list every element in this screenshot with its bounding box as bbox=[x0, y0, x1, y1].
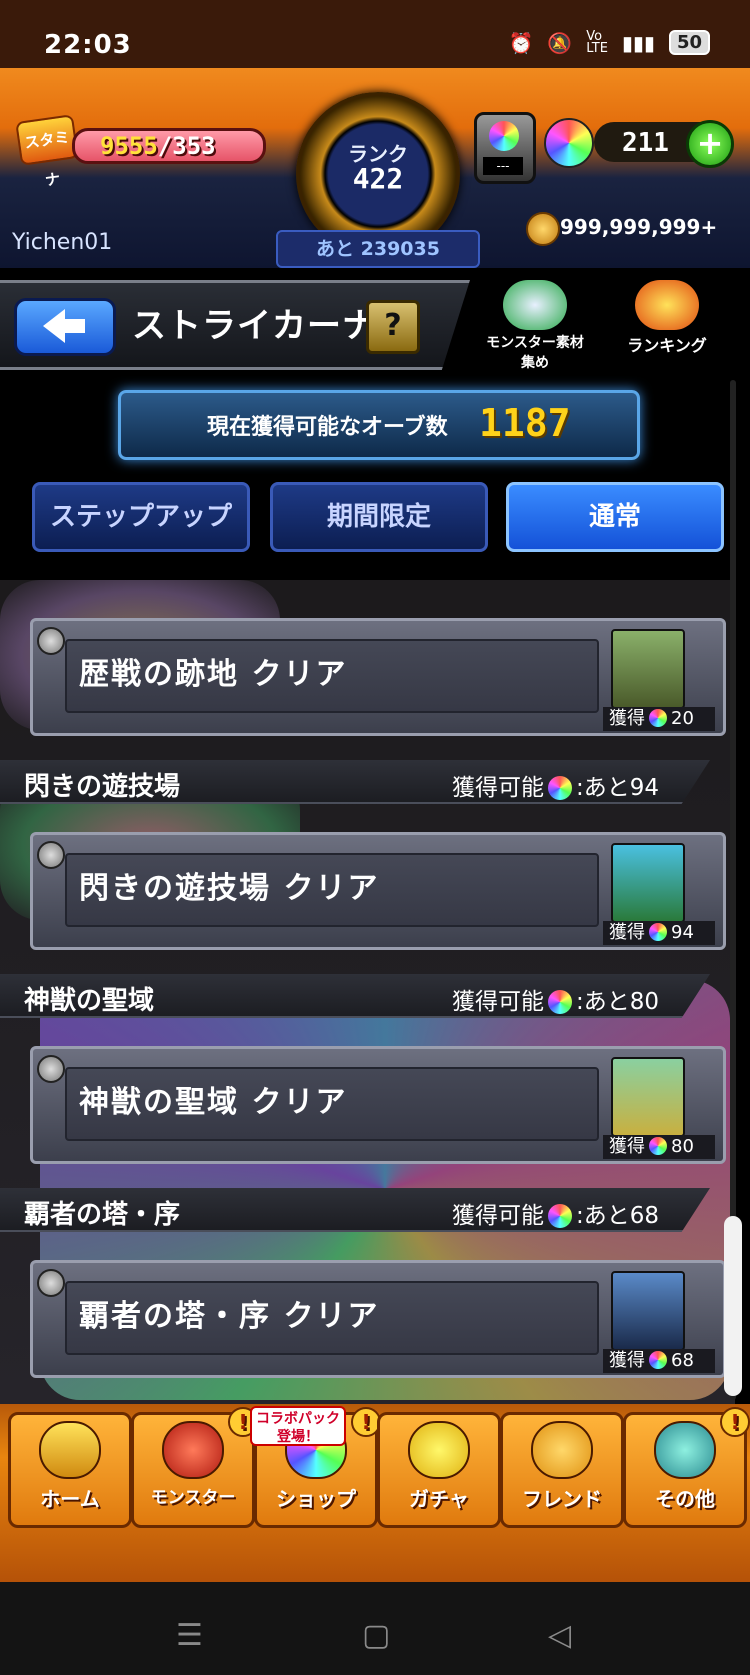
mute-icon: 🔕 bbox=[547, 30, 573, 55]
nav-friend-button[interactable]: フレンド bbox=[500, 1412, 624, 1528]
crown-icon bbox=[635, 280, 699, 330]
tab-limited[interactable]: 期間限定 bbox=[270, 482, 488, 552]
quest-thumbnail bbox=[611, 1057, 685, 1137]
box-screen: --- bbox=[483, 157, 523, 175]
help-button[interactable]: ? bbox=[366, 300, 420, 354]
gain-badge: 獲得 94 bbox=[603, 921, 715, 945]
nav-other-button[interactable]: その他 ! bbox=[623, 1407, 750, 1528]
status-dot bbox=[37, 1055, 65, 1083]
status-dot bbox=[37, 1269, 65, 1297]
friends-icon bbox=[531, 1421, 593, 1479]
status-icons: ⏰ 🔕 Vo LTE ▮▮▮ 50 bbox=[508, 30, 710, 55]
list-item[interactable]: 覇者の塔・序 クリア 獲得 68 bbox=[30, 1260, 726, 1378]
nav-home-button[interactable]: ホーム bbox=[8, 1412, 132, 1528]
rank-remaining: あと 239035 bbox=[276, 230, 480, 268]
list-item[interactable]: 歴戦の跡地 クリア 獲得 20 bbox=[30, 618, 726, 736]
orb-icon bbox=[544, 118, 594, 168]
orb-count: 211 bbox=[622, 128, 669, 158]
alarm-icon: ⏰ bbox=[508, 30, 534, 55]
gold-coin-icon bbox=[526, 212, 560, 246]
orb-icon bbox=[489, 121, 519, 151]
gain-badge: 獲得 68 bbox=[603, 1349, 715, 1373]
status-dot bbox=[37, 841, 65, 869]
signal-icon: ▮▮▮ bbox=[621, 30, 655, 55]
egg-icon bbox=[408, 1421, 470, 1479]
stamina-icon: スタミナ bbox=[15, 114, 79, 190]
battery-icon: 50 bbox=[668, 30, 710, 55]
back-triangle-icon[interactable]: ◁ bbox=[548, 1618, 571, 1653]
status-dot bbox=[37, 627, 65, 655]
scrollbar-thumb[interactable] bbox=[724, 1216, 742, 1396]
section-header: 覇者の塔・序 獲得可能:あと68 bbox=[0, 1188, 710, 1232]
orb-icon bbox=[649, 1137, 667, 1155]
menu-icon[interactable]: ☰ bbox=[176, 1618, 203, 1653]
gain-badge: 獲得 80 bbox=[603, 1135, 715, 1159]
orb-box-icon[interactable]: --- bbox=[474, 112, 536, 184]
quest-thumbnail bbox=[611, 843, 685, 923]
mission-list[interactable]: 歴戦の跡地 クリア 獲得 20 閃きの遊技場 獲得可能:あと94 閃きの遊技場 ク… bbox=[0, 580, 735, 1405]
quest-thumbnail bbox=[611, 1271, 685, 1351]
status-time: 22:03 bbox=[44, 30, 132, 60]
player-name: Yichen01 bbox=[12, 230, 113, 255]
mission-label: 覇者の塔・序 クリア bbox=[79, 1299, 380, 1334]
quest-thumbnail bbox=[611, 629, 685, 709]
material-collect-button[interactable]: モンスター素材集め bbox=[480, 280, 590, 371]
back-arrow-icon bbox=[43, 309, 65, 343]
home-square-icon[interactable]: ▢ bbox=[362, 1618, 390, 1653]
collab-badge: コラボパック登場！ bbox=[250, 1406, 346, 1446]
orb-icon bbox=[548, 990, 572, 1014]
orb-icon bbox=[548, 776, 572, 800]
gain-badge: 獲得 20 bbox=[603, 707, 715, 731]
tab-normal[interactable]: 通常 bbox=[506, 482, 724, 552]
volte-icon: Vo LTE bbox=[586, 28, 608, 56]
home-icon bbox=[39, 1421, 101, 1479]
tab-stepup[interactable]: ステップアップ bbox=[32, 482, 250, 552]
dragon-icon bbox=[162, 1421, 224, 1479]
alert-icon: ! bbox=[720, 1407, 750, 1437]
list-item[interactable]: 神獣の聖域 クリア 獲得 80 bbox=[30, 1046, 726, 1164]
rank-value: 422 bbox=[352, 162, 404, 195]
mission-label: 閃きの遊技場 クリア bbox=[79, 871, 380, 906]
back-button[interactable] bbox=[14, 298, 116, 356]
list-item[interactable]: 閃きの遊技場 クリア 獲得 94 bbox=[30, 832, 726, 950]
mission-label: 歴戦の跡地 クリア bbox=[79, 657, 348, 692]
mission-label: 神獣の聖域 クリア bbox=[79, 1085, 348, 1120]
stamina-value: 9555/353 bbox=[100, 132, 216, 160]
question-icon bbox=[654, 1421, 716, 1479]
orb-icon bbox=[649, 1351, 667, 1369]
orb-icon bbox=[649, 923, 667, 941]
nav-monster-button[interactable]: モンスター ! bbox=[131, 1407, 258, 1528]
clover-orb-icon bbox=[503, 280, 567, 330]
section-header: 神獣の聖域 獲得可能:あと80 bbox=[0, 974, 710, 1018]
ranking-button[interactable]: ランキング bbox=[612, 280, 722, 370]
gold-value: 999,999,999+ bbox=[560, 215, 718, 239]
section-header: 閃きの遊技場 獲得可能:あと94 bbox=[0, 760, 710, 804]
add-orb-button[interactable]: + bbox=[686, 120, 734, 168]
orb-icon bbox=[548, 1204, 572, 1228]
orb-available-banner: 現在獲得可能なオーブ数 1187 bbox=[118, 390, 640, 460]
banner-count: 1187 bbox=[479, 401, 571, 445]
status-bar: 22:03 ⏰ 🔕 Vo LTE ▮▮▮ 50 bbox=[0, 0, 750, 68]
orb-icon bbox=[649, 709, 667, 727]
nav-gacha-button[interactable]: ガチャ bbox=[377, 1412, 501, 1528]
banner-text: 現在獲得可能なオーブ数 bbox=[207, 415, 448, 440]
